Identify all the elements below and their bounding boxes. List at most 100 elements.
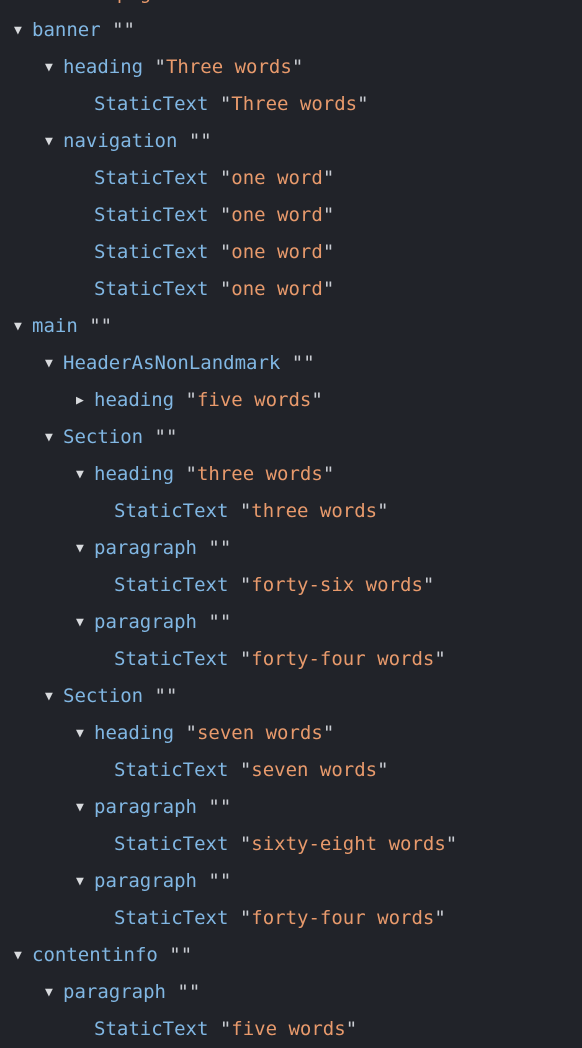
tree-row[interactable]: ▼ heading "Three words" <box>0 49 582 86</box>
value-close-quote: " <box>377 500 389 522</box>
node-role: HeaderAsNonLandmark <box>63 352 281 374</box>
role-value-gap <box>197 870 208 892</box>
node-role: StaticText <box>94 93 209 115</box>
disclosure-triangle-expanded-icon[interactable]: ▼ <box>45 419 63 456</box>
tree-row[interactable]: ▼ banner "" <box>0 12 582 49</box>
node-role: navigation <box>63 130 178 152</box>
disclosure-triangle-expanded-icon[interactable]: ▼ <box>14 12 32 49</box>
tree-row[interactable]: ▼StaticText "seven words" <box>0 752 582 789</box>
tree-row[interactable]: ▼ paragraph "" <box>0 604 582 641</box>
node-value: one word <box>231 241 323 263</box>
role-value-gap <box>228 574 239 596</box>
disclosure-triangle-expanded-icon[interactable]: ▼ <box>76 789 94 826</box>
tree-row[interactable]: ▼ paragraph "" <box>0 863 582 900</box>
node-role: StaticText <box>114 574 229 596</box>
role-value-gap <box>208 204 219 226</box>
tree-row[interactable]: ▼ heading "seven words" <box>0 715 582 752</box>
role-value-gap <box>208 1018 219 1040</box>
value-close-quote: " <box>322 241 335 263</box>
disclosure-triangle-expanded-icon[interactable]: ▼ <box>76 863 94 900</box>
disclosure-triangle-expanded-icon[interactable]: ▼ <box>76 456 94 493</box>
role-value-gap <box>94 0 105 4</box>
role-value-gap <box>78 315 89 337</box>
tree-row[interactable]: ▼ HeaderAsNonLandmark "" <box>0 345 582 382</box>
role-value-gap <box>197 796 208 818</box>
tree-row[interactable]: ▼ paragraph "" <box>0 530 582 567</box>
node-value: seven words <box>196 722 323 744</box>
role-value-gap <box>280 352 291 374</box>
tree-row[interactable]: ▼ Section "" <box>0 419 582 456</box>
role-value-gap <box>101 19 112 41</box>
value-open-quote: " <box>154 426 166 448</box>
node-role: StaticText <box>94 241 209 263</box>
node-value: sixty-eight words <box>251 833 446 855</box>
disclosure-triangle-placeholder: ▼ <box>76 271 94 308</box>
value-close-quote: " <box>434 648 446 670</box>
disclosure-triangle-expanded-icon[interactable]: ▼ <box>76 530 94 567</box>
value-close-quote: " <box>180 944 193 966</box>
tree-row[interactable]: ▼ "page" <box>0 0 582 12</box>
disclosure-triangle-placeholder: ▼ <box>96 493 114 530</box>
value-open-quote: " <box>239 574 252 596</box>
value-open-quote: " <box>219 93 232 115</box>
value-open-quote: " <box>154 685 166 707</box>
tree-row[interactable]: ▼StaticText "one word" <box>0 234 582 271</box>
disclosure-triangle-expanded-icon[interactable]: ▼ <box>14 308 32 345</box>
tree-row[interactable]: ▼ paragraph "" <box>0 974 582 1011</box>
disclosure-triangle-collapsed-icon[interactable]: ▶ <box>76 382 94 419</box>
tree-row[interactable]: ▼StaticText "forty-six words" <box>0 567 582 604</box>
node-role: StaticText <box>94 278 209 300</box>
value-close-quote: " <box>345 1018 358 1040</box>
tree-row[interactable]: ▼ main "" <box>0 308 582 345</box>
node-value: three words <box>196 463 323 485</box>
tree-row[interactable]: ▼ paragraph "" <box>0 789 582 826</box>
node-value: one word <box>231 278 323 300</box>
value-close-quote: " <box>445 833 458 855</box>
tree-row[interactable]: ▼StaticText "forty-four words" <box>0 900 582 937</box>
tree-row[interactable]: ▼ contentinfo "" <box>0 937 582 974</box>
disclosure-triangle-expanded-icon[interactable]: ▼ <box>45 345 63 382</box>
disclosure-triangle-expanded-icon[interactable]: ▼ <box>45 49 63 86</box>
value-open-quote: " <box>105 0 116 4</box>
value-open-quote: " <box>112 19 124 41</box>
disclosure-triangle-expanded-icon[interactable]: ▼ <box>76 715 94 752</box>
value-close-quote: " <box>303 352 315 374</box>
node-role: heading <box>94 389 175 411</box>
role-value-gap <box>197 611 208 633</box>
value-open-quote: " <box>185 722 197 744</box>
tree-row[interactable]: ▼StaticText "three words" <box>0 493 582 530</box>
disclosure-triangle-expanded-icon[interactable]: ▼ <box>45 123 63 160</box>
disclosure-triangle-expanded-icon[interactable]: ▼ <box>76 604 94 641</box>
role-value-gap <box>143 56 154 78</box>
value-open-quote: " <box>208 870 220 892</box>
tree-row[interactable]: ▼StaticText "one word" <box>0 271 582 308</box>
tree-row[interactable]: ▼StaticText "sixty-eight words" <box>0 826 582 863</box>
tree-row[interactable]: ▼StaticText "forty-four words" <box>0 641 582 678</box>
disclosure-triangle-expanded-icon[interactable]: ▼ <box>14 937 32 974</box>
tree-row[interactable]: ▼ navigation "" <box>0 123 582 160</box>
tree-row[interactable]: ▼StaticText "one word" <box>0 197 582 234</box>
node-role: StaticText <box>114 907 229 929</box>
tree-row[interactable]: ▼ Section "" <box>0 678 582 715</box>
value-close-quote: " <box>165 685 178 707</box>
value-open-quote: " <box>185 463 197 485</box>
disclosure-triangle-expanded-icon[interactable]: ▼ <box>45 678 63 715</box>
node-value: one word <box>231 204 323 226</box>
node-role: StaticText <box>114 500 229 522</box>
tree-row[interactable]: ▼StaticText "five words" <box>0 1011 582 1048</box>
value-open-quote: " <box>208 796 220 818</box>
role-value-gap <box>158 944 169 966</box>
tree-row[interactable]: ▼ heading "three words" <box>0 456 582 493</box>
value-open-quote: " <box>208 611 220 633</box>
disclosure-triangle-placeholder: ▼ <box>76 0 94 12</box>
tree-row[interactable]: ▼StaticText "one word" <box>0 160 582 197</box>
node-role: StaticText <box>94 167 209 189</box>
value-open-quote: " <box>177 981 189 1003</box>
tree-row[interactable]: ▶ heading "five words" <box>0 382 582 419</box>
role-value-gap <box>143 426 154 448</box>
disclosure-triangle-expanded-icon[interactable]: ▼ <box>45 974 63 1011</box>
node-value: seven words <box>251 759 378 781</box>
node-role: StaticText <box>114 833 229 855</box>
tree-row[interactable]: ▼StaticText "Three words" <box>0 86 582 123</box>
value-open-quote: " <box>169 944 181 966</box>
